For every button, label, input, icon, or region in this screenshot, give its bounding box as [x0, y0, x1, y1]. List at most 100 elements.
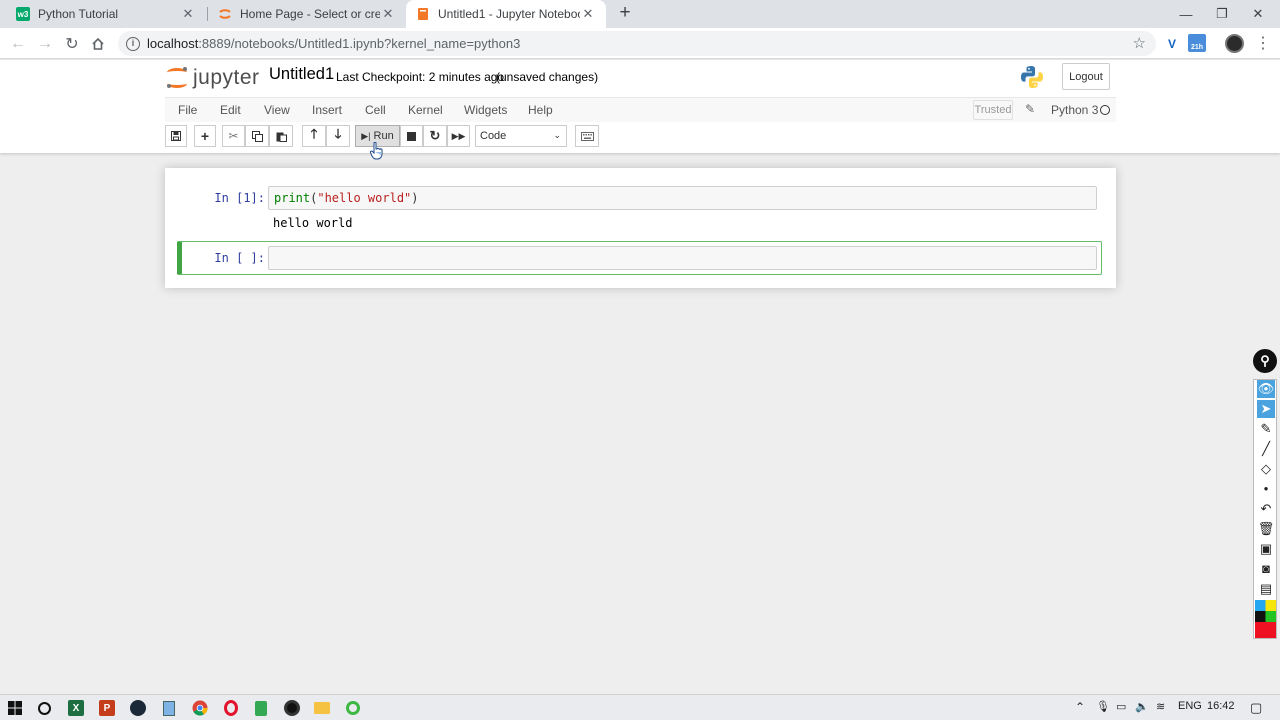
url-path: :8889/notebooks/Untitled1.ipynb?kernel_n… [198, 36, 521, 51]
marker-icon[interactable]: ✎ [1257, 420, 1275, 438]
back-icon[interactable]: ← [7, 33, 29, 55]
excel-icon[interactable]: X [66, 698, 86, 718]
notepad-icon[interactable] [159, 698, 179, 718]
minimize-icon[interactable]: — [1168, 0, 1204, 28]
camtasia-icon[interactable] [343, 698, 363, 718]
browser-menu-icon[interactable]: ⋮ [1254, 34, 1272, 54]
site-info-icon[interactable]: i [126, 36, 140, 51]
close-icon[interactable]: ✕ [380, 6, 396, 22]
sheets-icon[interactable] [251, 698, 271, 718]
new-tab-button[interactable]: + [614, 3, 636, 25]
microphone-icon[interactable]: 🎙 [1096, 700, 1110, 713]
windows-taskbar: X P ⌃ 🎙 ▭ 🔈 ≋ ENG 16:42 ▢ [0, 694, 1280, 720]
file-explorer-icon[interactable] [312, 698, 332, 718]
menu-cell[interactable]: Cell [365, 103, 386, 117]
clipboard-icon[interactable]: ▤ [1257, 580, 1275, 598]
browser-tab-strip: w3 Python Tutorial ✕ Home Page - Select … [0, 0, 1280, 28]
menu-help[interactable]: Help [528, 103, 553, 117]
language-indicator[interactable]: ENG [1178, 700, 1202, 712]
cut-button[interactable]: ✂ [222, 125, 245, 147]
windows-start-icon[interactable] [5, 698, 25, 718]
restart-kernel-button[interactable]: ↻ [423, 125, 447, 147]
close-icon[interactable]: ✕ [580, 6, 596, 22]
obs-icon[interactable] [282, 698, 302, 718]
wifi-icon[interactable]: ≋ [1156, 700, 1165, 713]
kernel-name[interactable]: Python 3 [1051, 103, 1098, 117]
pointer-icon[interactable]: ➤ [1257, 400, 1275, 418]
menu-view[interactable]: View [264, 103, 290, 117]
clock[interactable]: 16:42 [1207, 700, 1235, 712]
plus-icon: + [200, 128, 210, 144]
paste-button[interactable] [269, 125, 293, 147]
menu-file[interactable]: File [178, 103, 197, 117]
color-swatch-blue-yellow[interactable] [1255, 600, 1276, 611]
logout-button[interactable]: Logout [1062, 63, 1110, 90]
close-icon[interactable]: ✕ [180, 6, 196, 22]
input-prompt: In [ ]: [214, 251, 265, 265]
color-swatch-red[interactable] [1255, 622, 1276, 638]
refresh-icon: ↻ [429, 128, 441, 143]
notification-icon[interactable]: ▢ [1250, 700, 1262, 716]
line-icon[interactable]: ╱ [1257, 440, 1275, 458]
color-swatch-black-green[interactable] [1255, 611, 1276, 622]
pencil-icon[interactable]: ✎ [1025, 102, 1035, 116]
menu-kernel[interactable]: Kernel [408, 103, 443, 117]
powerpoint-icon[interactable]: P [97, 698, 117, 718]
board-icon[interactable]: ▣ [1257, 540, 1275, 558]
reload-icon[interactable]: ↻ [61, 33, 83, 55]
command-palette-button[interactable] [575, 125, 599, 147]
tab-home-page[interactable]: Home Page - Select or create a n ✕ [208, 0, 406, 28]
address-bar[interactable]: i localhost:8889/notebooks/Untitled1.ipy… [118, 31, 1156, 56]
tab-python-tutorial[interactable]: w3 Python Tutorial ✕ [6, 0, 206, 28]
steam-icon[interactable] [128, 698, 148, 718]
autosave-status: (unsaved changes) [496, 70, 599, 84]
bookmark-star-icon[interactable]: ☆ [1133, 34, 1146, 52]
menu-edit[interactable]: Edit [220, 103, 241, 117]
close-window-icon[interactable]: ✕ [1240, 0, 1276, 28]
interrupt-kernel-button[interactable] [400, 125, 423, 147]
vidiq-extension-icon[interactable]: V [1162, 34, 1182, 54]
tab-untitled1-notebook[interactable]: Untitled1 - Jupyter Notebook ✕ [406, 0, 606, 28]
code-editor[interactable]: print("hello world") [268, 186, 1097, 210]
menu-widgets[interactable]: Widgets [464, 103, 507, 117]
code-editor[interactable] [268, 246, 1097, 270]
save-button[interactable] [165, 125, 187, 147]
chrome-icon[interactable] [190, 698, 210, 718]
notebook-name[interactable]: Untitled1 [269, 65, 334, 84]
jupyter-icon [218, 7, 232, 21]
eye-icon[interactable]: 👁 [1257, 380, 1275, 398]
undo-icon[interactable]: ↶ [1257, 500, 1275, 518]
restart-run-all-button[interactable]: ▶▶ [447, 125, 470, 147]
jupyter-logo[interactable]: jupyter [166, 64, 260, 92]
input-prompt: In [1]: [214, 191, 265, 205]
restore-icon[interactable]: ❐ [1204, 0, 1240, 28]
paste-icon [276, 132, 287, 142]
search-circle-icon[interactable] [34, 698, 54, 718]
dot-icon[interactable]: ● [1257, 480, 1275, 498]
pin-icon[interactable]: ⚲ [1253, 349, 1277, 373]
arrow-down-icon: 🡓 [334, 126, 342, 141]
camera-icon[interactable]: ◙ [1257, 560, 1275, 578]
calendar-extension-icon[interactable]: 21h [1188, 34, 1206, 52]
python-logo-icon [1019, 64, 1045, 90]
trash-icon[interactable]: 🗑 [1257, 520, 1275, 538]
menu-insert[interactable]: Insert [312, 103, 342, 117]
home-icon[interactable] [87, 33, 109, 55]
battery-icon[interactable]: ▭ [1116, 700, 1126, 713]
tab-title: Python Tutorial [38, 7, 119, 21]
opera-icon[interactable] [221, 698, 241, 718]
notebook-container: In [1]: print("hello world") hello world… [165, 168, 1116, 288]
move-down-button[interactable]: 🡓 [326, 125, 350, 147]
forward-icon[interactable]: → [34, 33, 56, 55]
cell-type-select[interactable]: Code ⌄ [475, 125, 567, 147]
copy-button[interactable] [245, 125, 269, 147]
eraser-icon[interactable]: ◇ [1257, 460, 1275, 478]
chevron-up-icon[interactable]: ⌃ [1075, 700, 1085, 714]
move-up-button[interactable]: 🡑 [302, 125, 326, 147]
insert-cell-button[interactable]: + [194, 125, 216, 147]
volume-icon[interactable]: 🔈 [1135, 700, 1149, 713]
trusted-indicator[interactable]: Trusted [973, 100, 1013, 120]
annotation-toolbar: ⚲ 👁 ➤ ✎ ╱ ◇ ● ↶ 🗑 ▣ ◙ ▤ [1253, 349, 1277, 639]
profile-avatar[interactable] [1225, 34, 1244, 53]
tab-title: Home Page - Select or create a n [240, 7, 380, 21]
